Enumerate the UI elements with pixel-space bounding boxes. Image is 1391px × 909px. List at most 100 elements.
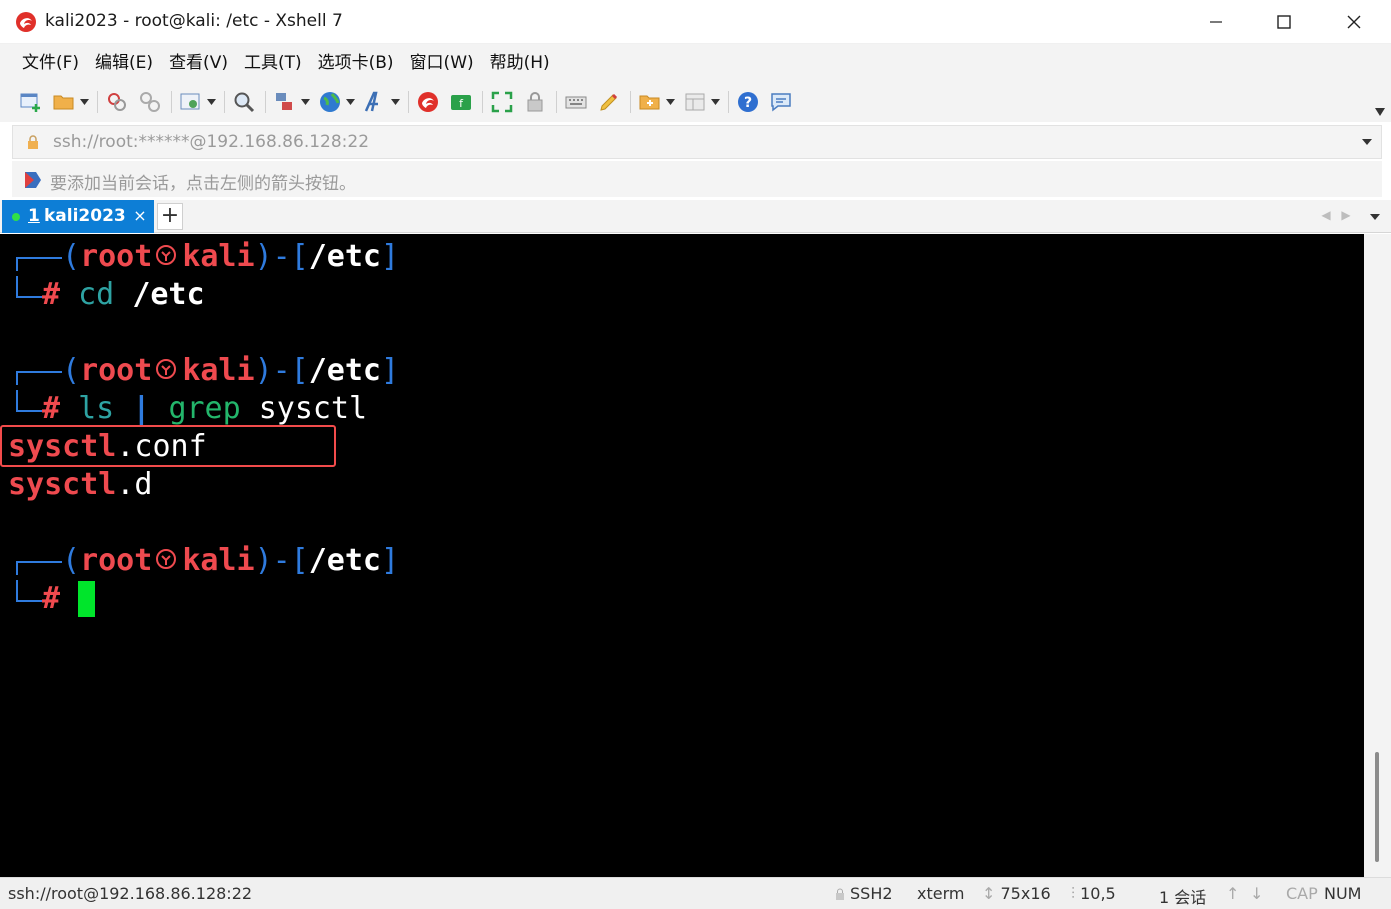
connected-status-icon — [12, 213, 20, 221]
chevron-down-icon[interactable] — [1361, 138, 1373, 146]
font-dropdown[interactable] — [390, 88, 400, 116]
keyboard-icon — [565, 96, 587, 109]
chevron-down-icon — [300, 99, 310, 105]
status-cursor-pos: ⫶ 10,5 — [1071, 884, 1116, 903]
xshell-button[interactable] — [414, 88, 442, 116]
command-line: # cd /etc — [42, 277, 205, 312]
transfer-dropdown[interactable] — [300, 88, 310, 116]
xftp-button[interactable]: f — [447, 88, 475, 116]
tab-close-icon[interactable]: × — [130, 206, 150, 226]
tab-kali2023[interactable]: 1 kali2023 × — [2, 200, 154, 233]
transfer-button[interactable] — [271, 88, 299, 116]
session-hint-text: 要添加当前会话，点击左侧的箭头按钮。 — [50, 174, 356, 194]
globe-icon — [320, 92, 340, 112]
menu-view[interactable]: 查看(V) — [161, 48, 236, 78]
toolbar-overflow-icon[interactable] — [1375, 108, 1385, 116]
reconnect-button[interactable] — [103, 88, 131, 116]
menu-help[interactable]: 帮助(H) — [482, 48, 558, 78]
maximize-button[interactable] — [1249, 0, 1319, 44]
status-protocol: SSH2 — [834, 884, 893, 903]
add-session-arrow-icon[interactable] — [22, 169, 44, 191]
toolbar-separator — [97, 91, 98, 113]
font-icon — [364, 91, 378, 112]
add-folder-dropdown[interactable] — [665, 88, 675, 116]
help-button[interactable]: ? — [734, 88, 762, 116]
globe-button[interactable] — [316, 88, 344, 116]
maximize-icon — [1277, 15, 1291, 29]
minimize-icon — [1210, 21, 1222, 23]
chevron-down-icon — [665, 99, 675, 105]
tab-menu-icon[interactable] — [1369, 213, 1381, 221]
terminal-scrollbar[interactable] — [1364, 234, 1391, 877]
prompt-tree-line — [16, 390, 42, 412]
tab-strip: 1 kali2023 × + ◀ ▶ — [0, 200, 1391, 233]
toolbar-separator — [556, 91, 557, 113]
font-button[interactable] — [361, 88, 389, 116]
new-session-button[interactable] — [17, 88, 45, 116]
highlight-icon — [600, 93, 618, 111]
session-down-icon[interactable]: ↓ — [1250, 884, 1263, 903]
properties-icon — [180, 93, 200, 110]
chevron-down-icon — [79, 99, 89, 105]
layout-dropdown[interactable] — [710, 88, 720, 116]
status-connection: ssh://root@192.168.86.128:22 — [8, 884, 253, 903]
session-up-icon[interactable]: ↑ — [1226, 884, 1239, 903]
terminal[interactable]: (root kali)-[/etc] # cd /etc (root kali)-[… — [0, 234, 1364, 877]
lock-icon — [836, 888, 844, 900]
menu-tabs[interactable]: 选项卡(B) — [310, 48, 402, 78]
cursor-pos-icon: ⫶ — [1071, 884, 1081, 903]
layout-button[interactable] — [681, 88, 709, 116]
session-hint-bar: 要添加当前会话，点击左侧的箭头按钮。 — [12, 161, 1382, 197]
properties-button[interactable] — [177, 88, 205, 116]
window-title: kali2023 - root@kali: /etc - Xshell 7 — [45, 11, 343, 31]
prompt-tree-line — [16, 257, 62, 271]
open-dropdown[interactable] — [79, 88, 89, 116]
tab-scroll-left-icon[interactable]: ◀ — [1320, 208, 1332, 222]
chat-button[interactable] — [767, 88, 795, 116]
find-button[interactable] — [230, 88, 258, 116]
toolbar-separator — [224, 91, 225, 113]
lock-icon — [527, 92, 543, 112]
fullscreen-button[interactable] — [488, 88, 516, 116]
keyboard-button[interactable] — [562, 88, 590, 116]
prompt-line: (root kali)-[/etc] — [62, 543, 400, 578]
add-folder-button[interactable] — [636, 88, 664, 116]
fullscreen-icon — [491, 91, 513, 113]
kali-skull-icon — [156, 245, 177, 265]
menu-tools[interactable]: 工具(T) — [236, 48, 310, 78]
add-tab-button[interactable]: + — [157, 203, 183, 230]
menu-window[interactable]: 窗口(W) — [402, 48, 482, 78]
highlight-button[interactable] — [595, 88, 623, 116]
minimize-button[interactable] — [1181, 0, 1251, 44]
menu-edit[interactable]: 编辑(E) — [87, 48, 161, 78]
chat-icon — [771, 93, 791, 112]
scrollbar-thumb[interactable] — [1375, 752, 1379, 862]
kali-skull-icon — [156, 359, 177, 379]
chevron-down-icon — [710, 99, 720, 105]
toolbar-separator — [265, 91, 266, 113]
disconnect-button[interactable] — [136, 88, 164, 116]
chevron-down-icon — [390, 99, 400, 105]
tab-scroll-right-icon[interactable]: ▶ — [1340, 208, 1352, 222]
toolbar-separator — [630, 91, 631, 113]
open-folder-icon — [53, 95, 74, 110]
tab-number: 1 — [28, 206, 40, 226]
close-button[interactable] — [1319, 0, 1389, 44]
chevron-down-icon — [206, 99, 216, 105]
globe-dropdown[interactable] — [345, 88, 355, 116]
address-input[interactable]: ssh://root:******@192.168.86.128:22 — [53, 132, 369, 152]
kali-skull-icon — [156, 549, 177, 569]
menu-file[interactable]: 文件(F) — [14, 48, 87, 78]
prompt-line: (root kali)-[/etc] — [62, 239, 400, 274]
output-line: sysctl.d — [8, 467, 153, 502]
open-button[interactable] — [50, 88, 78, 116]
properties-dropdown[interactable] — [206, 88, 216, 116]
lock-button[interactable] — [521, 88, 549, 116]
status-bar: ssh://root@192.168.86.128:22 SSH2 xterm … — [0, 877, 1391, 909]
address-bar[interactable]: ssh://root:******@192.168.86.128:22 — [12, 125, 1382, 159]
prompt-line: (root kali)-[/etc] — [62, 353, 400, 388]
tab-label: kali2023 — [44, 206, 126, 226]
resize-icon: ↕ — [982, 884, 1001, 903]
help-icon: ? — [738, 92, 758, 112]
reconnect-icon — [108, 93, 126, 111]
